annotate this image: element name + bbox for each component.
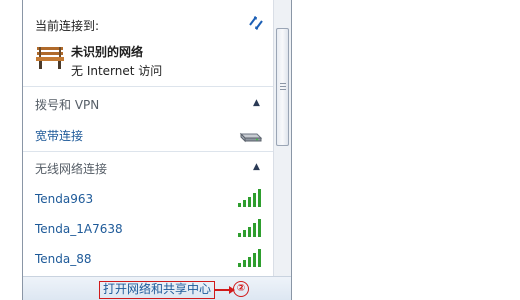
- chevron-up-icon[interactable]: ▲: [253, 98, 260, 108]
- annotation-arrow: [215, 286, 235, 294]
- park-bench-icon: [36, 47, 64, 69]
- wifi-network-item[interactable]: Tenda_1A7638: [23, 216, 273, 244]
- grip-line: [280, 89, 286, 90]
- section-label: 无线网络连接: [35, 162, 108, 176]
- network-flyout: 当前连接到: 未识别的网络 无 Internet 访问 拨号和 VPN ▲ 宽带…: [22, 0, 292, 300]
- dialup-vpn-section-header[interactable]: 拨号和 VPN ▲: [23, 90, 273, 118]
- wifi-network-item[interactable]: Tenda963: [23, 186, 273, 214]
- flyout-footer: 打开网络和共享中心 ②: [23, 276, 291, 300]
- signal-strength-icon: [238, 249, 261, 267]
- wifi-network-name: Tenda963: [35, 192, 94, 206]
- current-network[interactable]: 未识别的网络 无 Internet 访问: [23, 38, 273, 86]
- grip-line: [280, 83, 286, 84]
- annotation-number: ②: [233, 281, 249, 297]
- wifi-network-item[interactable]: Tenda_88: [23, 246, 273, 274]
- section-label: 拨号和 VPN: [35, 98, 100, 112]
- vertical-scrollbar[interactable]: [273, 0, 291, 276]
- scrollbar-thumb[interactable]: [276, 28, 289, 146]
- modem-icon: [239, 132, 263, 143]
- current-connection-header: 当前连接到:: [23, 0, 273, 36]
- grip-line: [280, 86, 286, 87]
- open-network-sharing-center-link[interactable]: 打开网络和共享中心: [99, 281, 216, 299]
- connection-label: 宽带连接: [35, 129, 84, 143]
- current-connection-label: 当前连接到:: [35, 19, 100, 33]
- wifi-network-name: Tenda_1A7638: [35, 222, 123, 236]
- divider: [23, 151, 273, 152]
- wireless-section-header[interactable]: 无线网络连接 ▲: [23, 154, 273, 182]
- signal-strength-icon: [238, 219, 261, 237]
- chevron-up-icon[interactable]: ▲: [253, 162, 260, 172]
- divider: [23, 86, 273, 87]
- network-status: 无 Internet 访问: [71, 64, 163, 78]
- network-list: 当前连接到: 未识别的网络 无 Internet 访问 拨号和 VPN ▲ 宽带…: [23, 0, 273, 276]
- network-name: 未识别的网络: [71, 45, 144, 59]
- dialup-item-broadband[interactable]: 宽带连接: [23, 121, 273, 149]
- signal-strength-icon: [238, 189, 261, 207]
- refresh-icon[interactable]: [247, 15, 265, 31]
- wifi-network-name: Tenda_88: [35, 252, 92, 266]
